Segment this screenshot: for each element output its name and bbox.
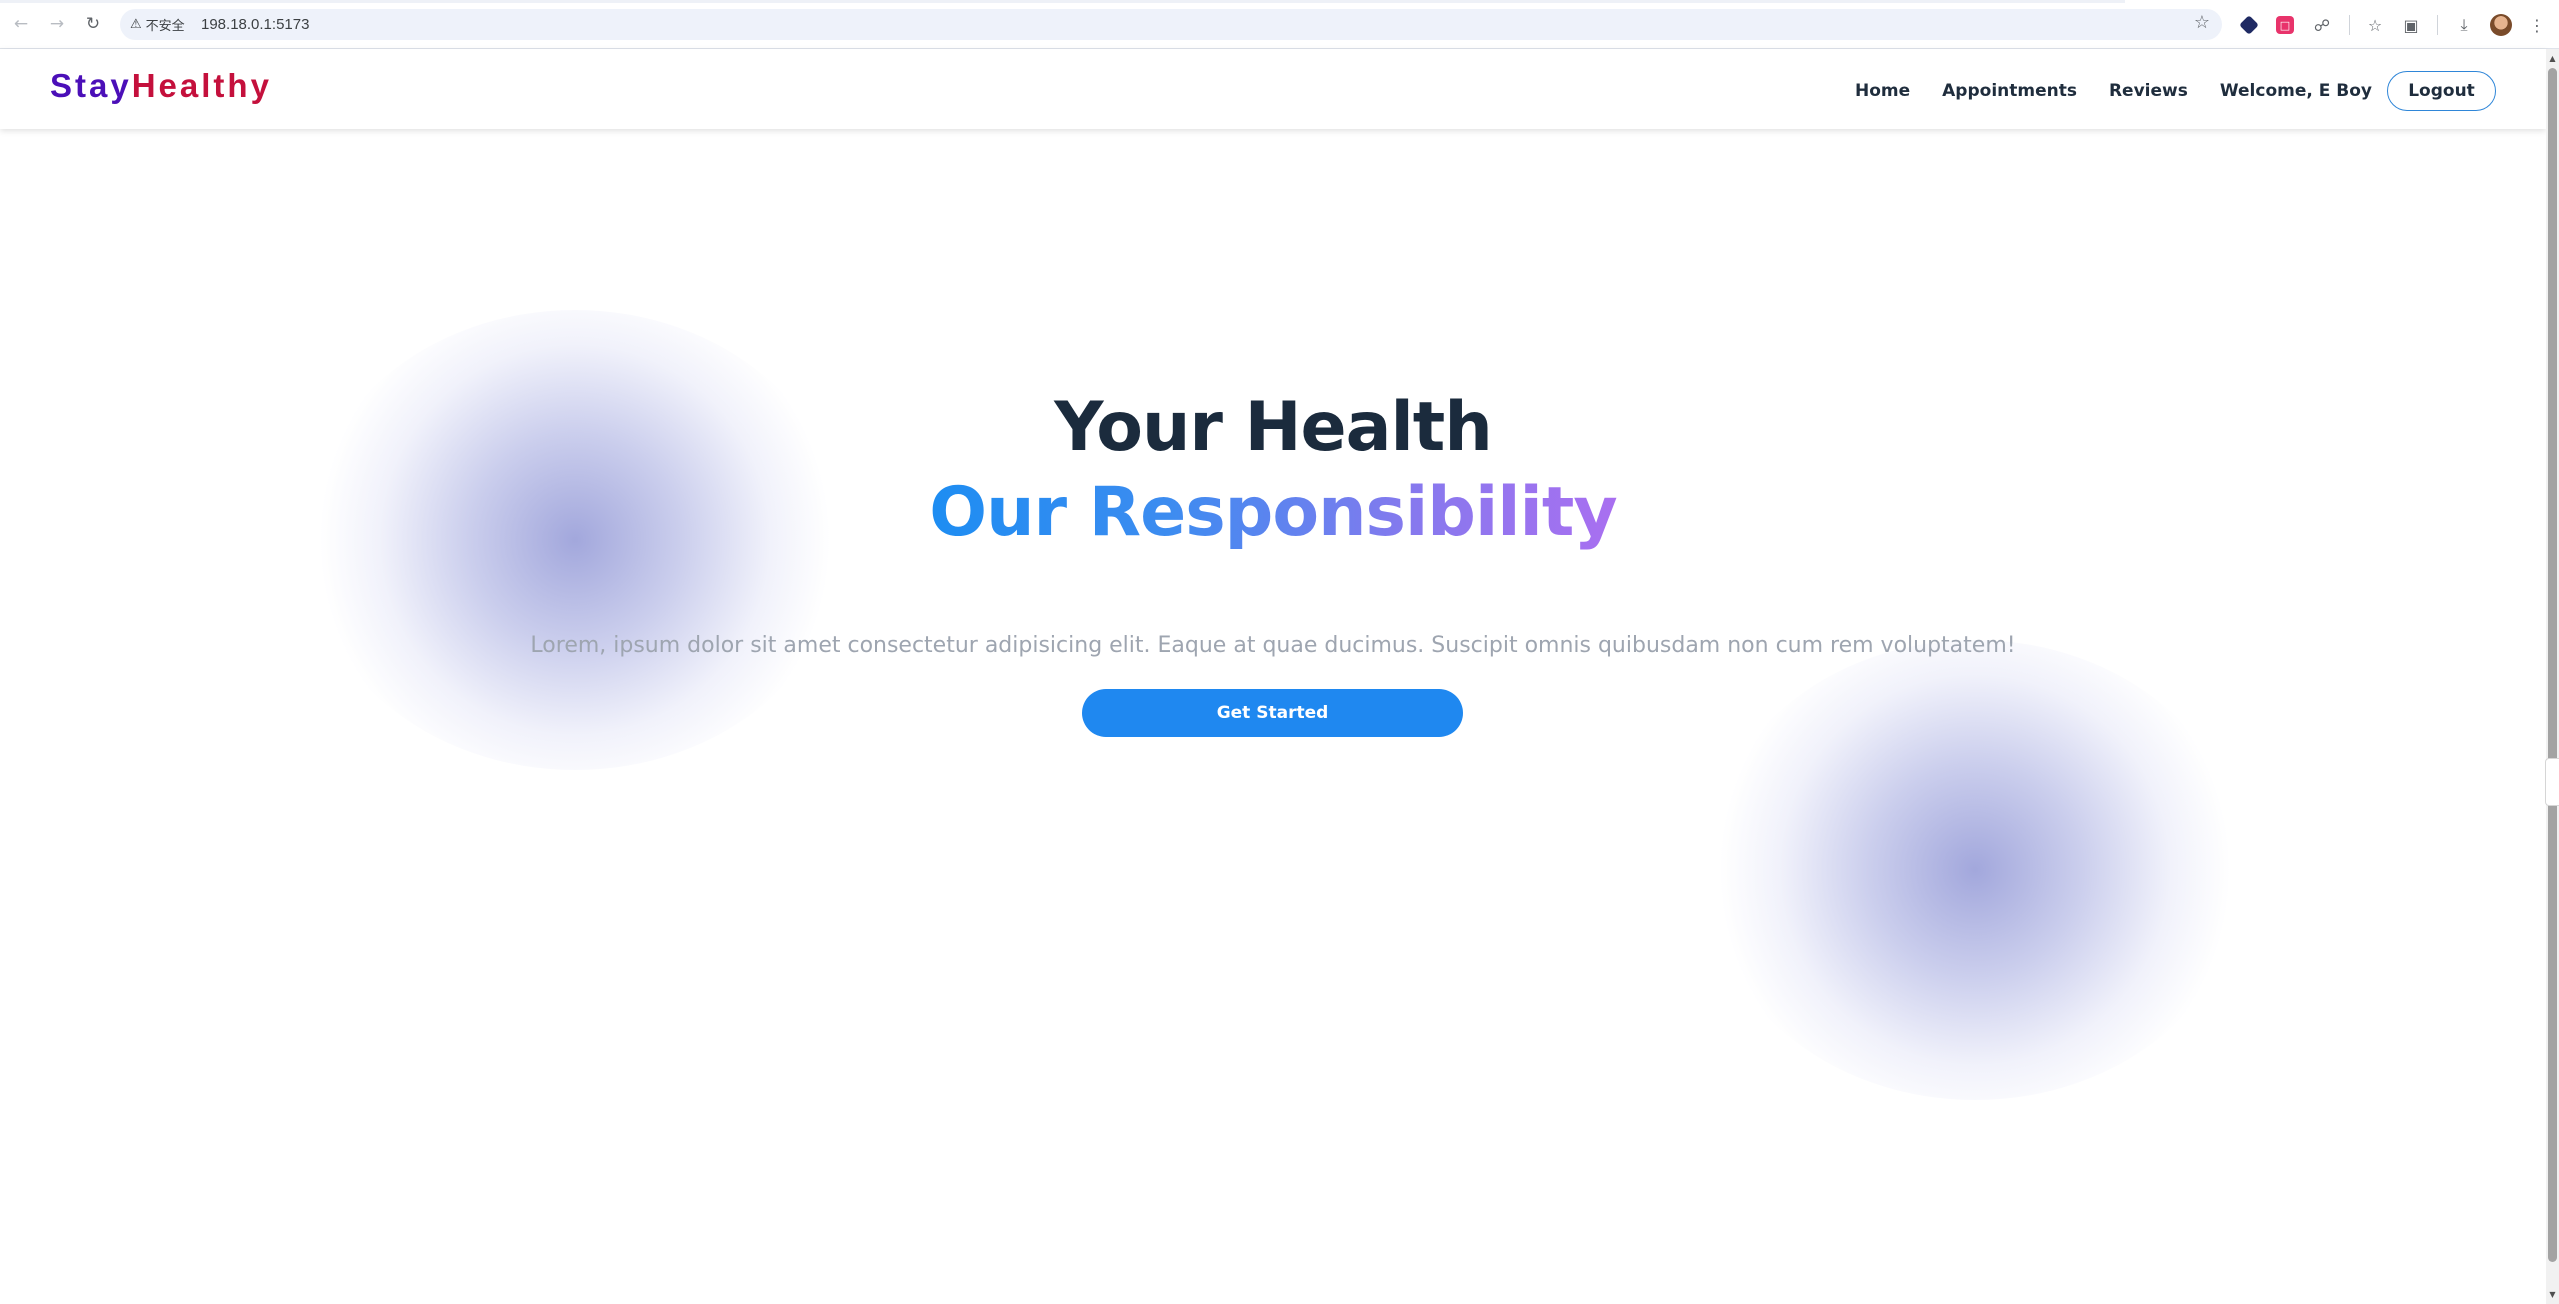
security-indicator[interactable]: ⚠ 不安全: [130, 14, 185, 35]
url-text[interactable]: 198.18.0.1:5173: [201, 16, 309, 33]
tab-strip-edge: [0, 0, 2125, 3]
extension-hex-icon[interactable]: [2237, 13, 2261, 37]
hero-subtitle: Lorem, ipsum dolor sit amet consectetur …: [530, 633, 2016, 658]
security-label: 不安全: [145, 19, 185, 34]
hero-title-line2: Our Responsibility: [0, 473, 2546, 552]
forward-icon[interactable]: →: [46, 13, 68, 35]
address-bar[interactable]: ⚠ 不安全 198.18.0.1:5173 ☆: [120, 9, 2222, 40]
nav-reviews-link[interactable]: Reviews: [2109, 81, 2188, 101]
extension-pink-icon[interactable]: □: [2273, 13, 2297, 37]
hero-title-line1: Your Health: [1054, 388, 1492, 467]
menu-kebab-icon[interactable]: ⋮: [2525, 13, 2549, 37]
side-panel-handle[interactable]: [2545, 758, 2559, 806]
main-nav: Home Appointments Reviews Welcome, E Boy…: [1823, 71, 2496, 111]
toolbar-divider: [2437, 15, 2438, 35]
warning-icon: ⚠: [130, 17, 142, 32]
browser-toolbar: ← → ↻ ⚠ 不安全 198.18.0.1:5173 ☆ □ ☍ ☆ ▣ ⤓ …: [0, 0, 2559, 49]
welcome-user-text: Welcome, E Boy: [2219, 81, 2372, 101]
site-header: StayHealthy Home Appointments Reviews We…: [0, 49, 2546, 129]
reload-icon[interactable]: ↻: [82, 13, 104, 35]
tab-search-icon[interactable]: ▣: [2399, 13, 2423, 37]
bookmarks-icon[interactable]: ☆: [2363, 13, 2387, 37]
get-started-button[interactable]: Get Started: [1082, 689, 1463, 737]
decorative-blur-blob-right: [1705, 640, 2245, 1100]
download-icon[interactable]: ⤓: [2452, 13, 2476, 37]
extensions-puzzle-icon[interactable]: ☍: [2310, 13, 2334, 37]
page-scrollbar-thumb[interactable]: [2548, 68, 2557, 1262]
nav-home-link[interactable]: Home: [1855, 81, 1910, 101]
scroll-down-arrow-icon[interactable]: ▼: [2547, 1288, 2558, 1300]
back-icon[interactable]: ←: [10, 13, 32, 35]
hero-title-gradient-text: Our Responsibility: [929, 473, 1617, 552]
profile-avatar-icon[interactable]: [2489, 13, 2513, 37]
logo-healthy: Healthy: [131, 67, 272, 104]
toolbar-divider: [2349, 15, 2350, 35]
logo-stay: Stay: [50, 67, 132, 104]
logout-button[interactable]: Logout: [2387, 71, 2496, 111]
nav-appointments-link[interactable]: Appointments: [1942, 81, 2077, 101]
scroll-up-arrow-icon[interactable]: ▲: [2547, 52, 2558, 64]
bookmark-star-icon[interactable]: ☆: [2194, 12, 2210, 33]
site-logo[interactable]: StayHealthy: [50, 67, 272, 105]
